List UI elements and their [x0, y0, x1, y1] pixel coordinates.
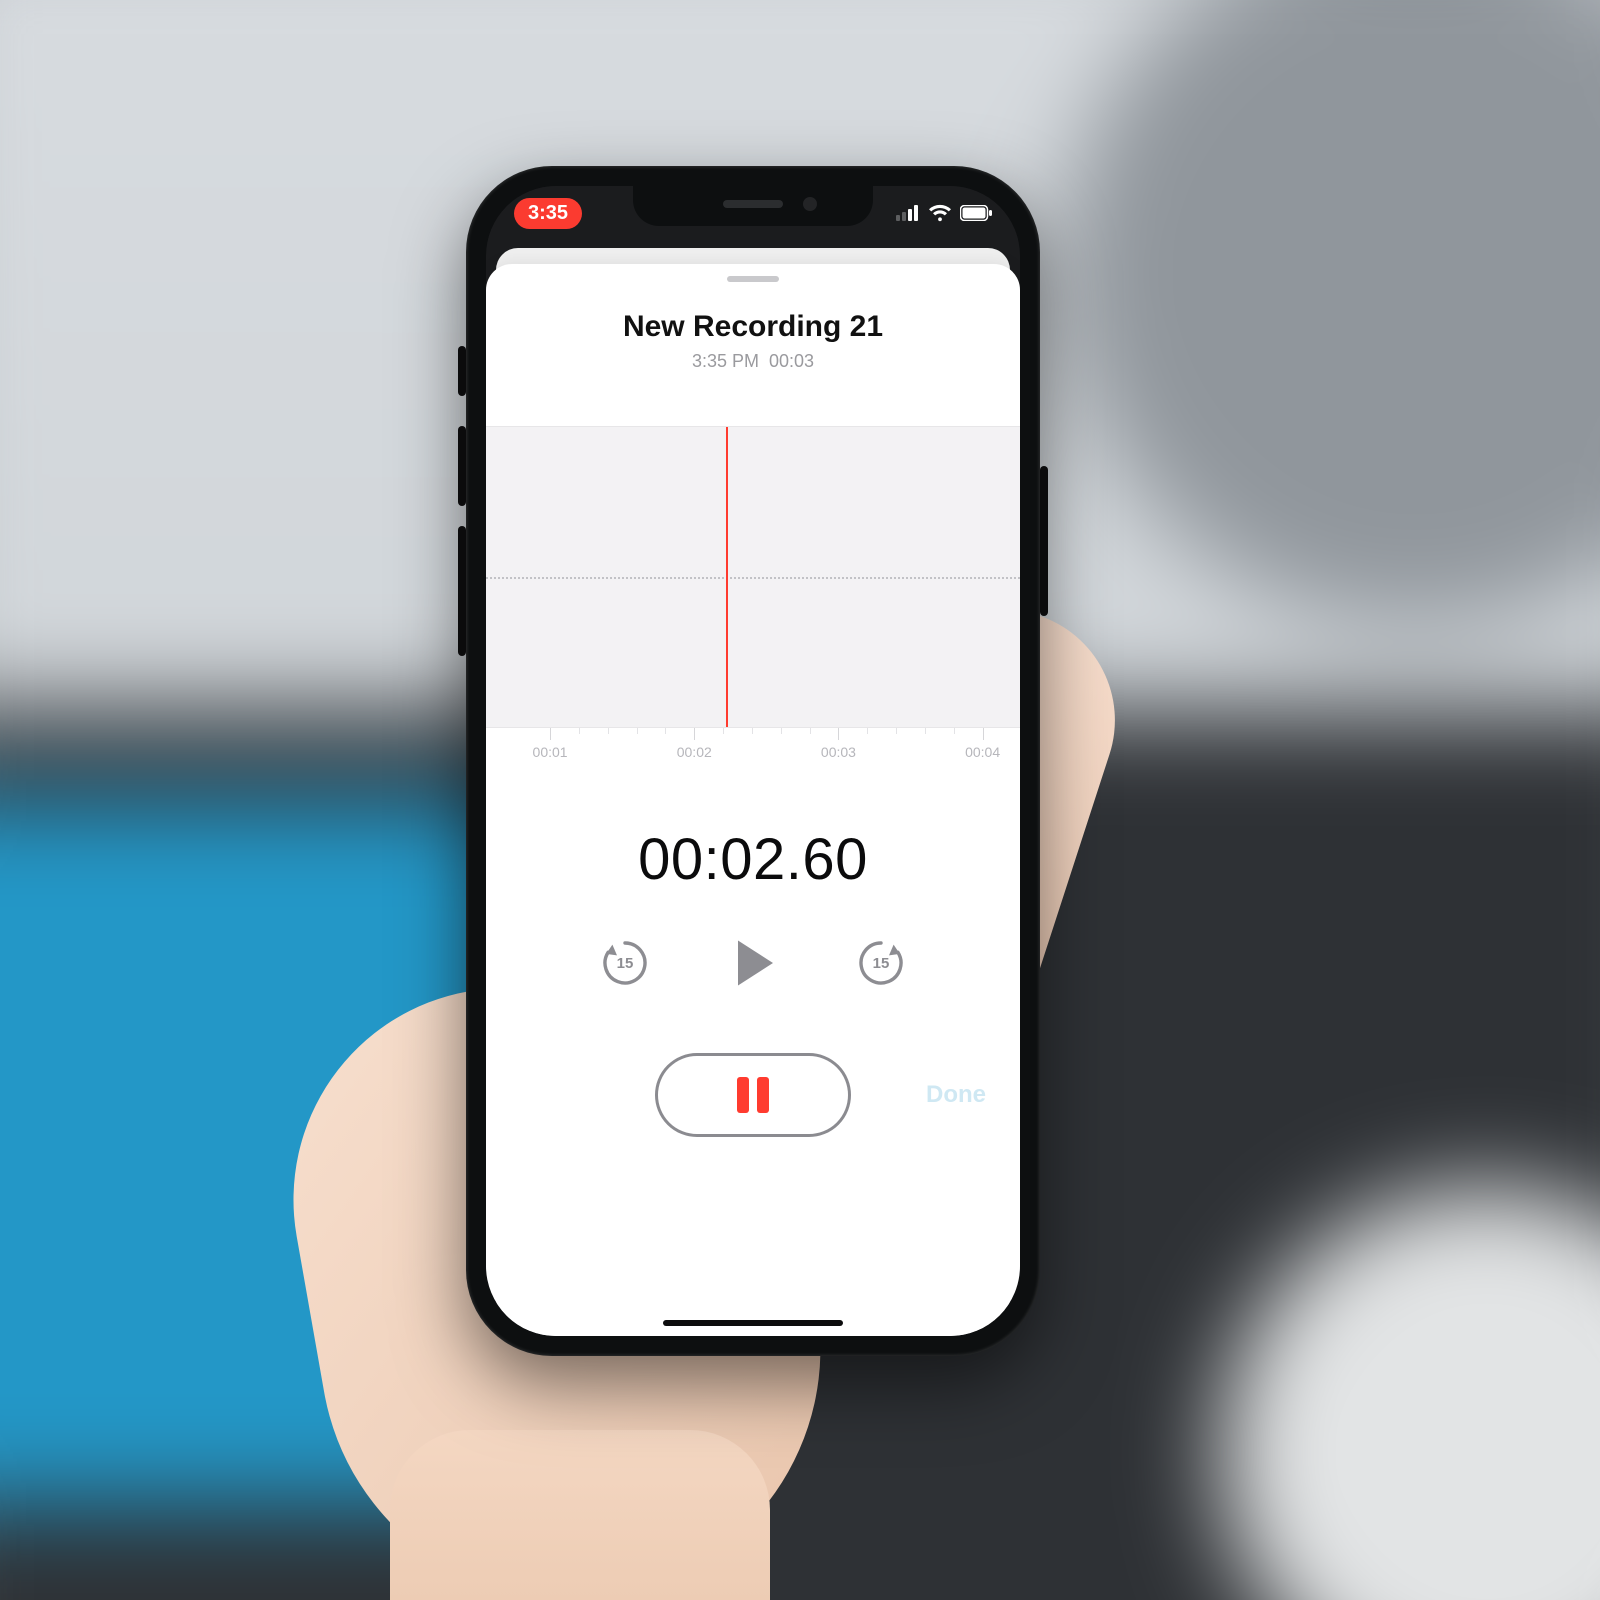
elapsed-time: 00:02.60 [486, 826, 1020, 893]
ruler-label: 00:02 [677, 744, 712, 760]
recording-title[interactable]: New Recording 21 [486, 310, 1020, 345]
transport-controls: 15 15 [486, 933, 1020, 993]
status-right-icons [896, 204, 992, 222]
waveform-centerline [486, 577, 1020, 579]
phone-screen: 3:35 New Recording 21 3:35 PM 00:03 [486, 186, 1020, 1336]
wifi-icon [928, 204, 952, 222]
phone-frame: 3:35 New Recording 21 3:35 PM 00:03 [466, 166, 1040, 1356]
pause-record-button[interactable] [655, 1053, 851, 1137]
playhead[interactable] [726, 426, 728, 728]
play-button[interactable] [723, 933, 783, 993]
recording-sheet[interactable]: New Recording 21 3:35 PM 00:03 00:0100:0… [486, 264, 1020, 1336]
home-indicator[interactable] [663, 1320, 843, 1326]
skip-back-15-button[interactable]: 15 [599, 937, 651, 989]
waveform-track[interactable] [486, 426, 1020, 728]
skip-back-amount: 15 [617, 955, 634, 972]
time-ruler: 00:01 00:02 00:03 00:04 [486, 728, 1020, 768]
recording-time-label: 3:35 PM [692, 351, 759, 371]
status-time-pill[interactable]: 3:35 [514, 198, 582, 229]
ruler-label: 00:01 [533, 744, 568, 760]
notch [633, 186, 873, 226]
sheet-grabber[interactable] [727, 276, 779, 282]
skip-forward-15-button[interactable]: 15 [855, 937, 907, 989]
recording-duration-label: 00:03 [769, 351, 814, 371]
battery-icon [960, 205, 992, 221]
cellular-icon [896, 205, 920, 221]
ruler-label: 00:03 [821, 744, 856, 760]
done-button[interactable]: Done [926, 1081, 986, 1109]
skip-forward-amount: 15 [873, 955, 890, 972]
ruler-label: 00:04 [965, 744, 1000, 760]
recording-subtitle: 3:35 PM 00:03 [486, 351, 1020, 372]
pause-icon [737, 1077, 769, 1113]
